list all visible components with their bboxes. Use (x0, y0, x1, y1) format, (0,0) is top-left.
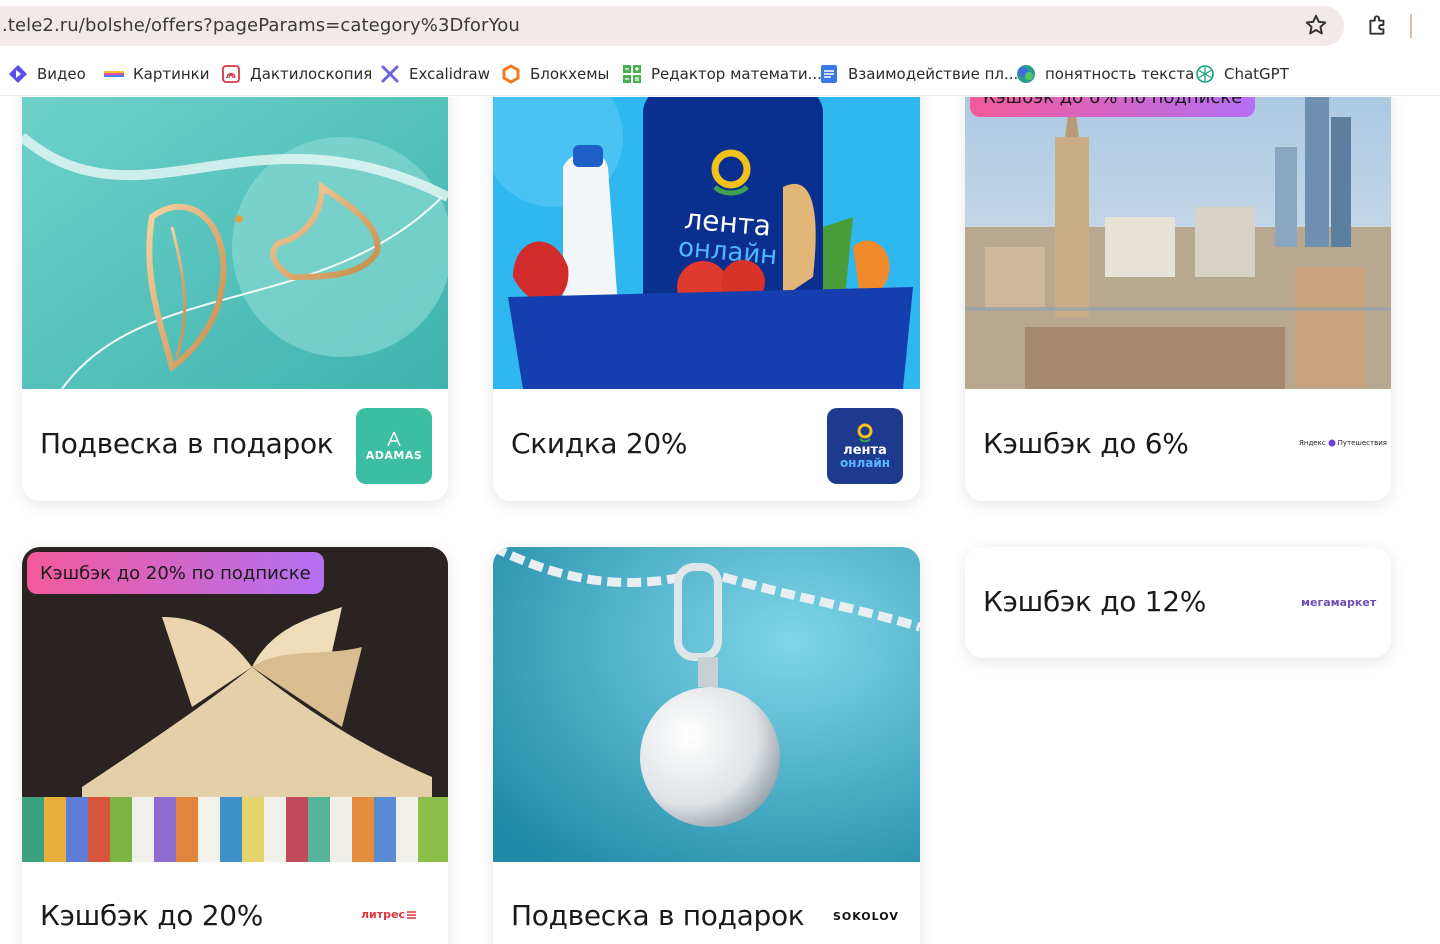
offer-card[interactable]: Подвеска в подарок ADAMAS (22, 97, 448, 501)
offer-title: Подвеска в подарок (511, 899, 805, 932)
litres-logo: литрес (361, 908, 416, 921)
offer-card[interactable]: Кэшбэк до 12% мегамаркет (965, 547, 1391, 658)
megamarket-logo: мегамаркет (1301, 596, 1377, 609)
brand-name: ADAMAS (365, 448, 423, 462)
offer-card[interactable]: лента онлайн Скидка 20% лента онлайн (493, 97, 920, 501)
globe-icon (1016, 64, 1036, 84)
offer-title: Подвеска в подарок (40, 427, 334, 460)
url-text[interactable]: .tele2.ru/bolshe/offers?pageParams=categ… (2, 15, 520, 36)
excalidraw-icon (380, 64, 400, 84)
fingerprint-icon (221, 64, 241, 84)
offer-image-lenta-groceries: лента онлайн (493, 97, 920, 389)
bookmark-docs[interactable]: Взаимодействие пл... (819, 62, 1018, 86)
bookmark-label: Дактилоскопия (250, 65, 373, 83)
lenta-logo: лента онлайн (827, 408, 903, 484)
chatgpt-icon (1195, 64, 1215, 84)
math-editor-icon (622, 64, 642, 84)
brand-name: литрес (361, 908, 405, 921)
brand-name-line2: онлайн (839, 456, 891, 470)
bookmarks-bar: Видео Картинки Дактилоскопия Excalidraw … (0, 52, 1440, 96)
offer-image-pearl-pendant (493, 547, 920, 862)
bookmark-label: Excalidraw (409, 65, 491, 83)
bookmark-math-editor[interactable]: Редактор математи... (622, 62, 822, 86)
yandex-travel-logo: Яндекс Путешествия (1299, 439, 1387, 447)
toolbar-separator (1410, 14, 1412, 38)
images-icon (104, 64, 124, 84)
subscription-badge: Кэшбэк до 6% по подписке (970, 97, 1256, 117)
bookmark-label: Редактор математи... (651, 65, 822, 83)
offer-image-moscow-city (965, 97, 1391, 389)
offer-title: Кэшбэк до 12% (983, 585, 1207, 618)
flowchart-icon (501, 64, 521, 84)
bookmark-label: Взаимодействие пл... (848, 65, 1019, 83)
bookmark-label: Картинки (133, 65, 210, 83)
bookmark-label: ChatGPT (1224, 65, 1289, 83)
subscription-badge: Кэшбэк до 20% по подписке (27, 552, 324, 594)
extensions-icon[interactable] (1365, 12, 1391, 38)
bookmark-label: Блокхемы (530, 65, 610, 83)
yandex-travel-mark-icon (1328, 439, 1336, 447)
offers-grid: Подвеска в подарок ADAMAS лента онлайн С… (0, 97, 1440, 944)
adamas-mark-icon (387, 431, 401, 446)
bookmark-flowchart[interactable]: Блокхемы (501, 62, 609, 86)
bookmark-label: понятность текста (1045, 65, 1195, 83)
adamas-logo: ADAMAS (356, 408, 432, 484)
address-bar: .tele2.ru/bolshe/offers?pageParams=categ… (0, 0, 1440, 52)
sokolov-logo: SOKOLOV (833, 910, 899, 923)
bookmark-readability[interactable]: понятность текста (1016, 62, 1194, 86)
offer-card[interactable]: Подвеска в подарок SOKOLOV (493, 547, 920, 944)
bookmark-images[interactable]: Картинки (104, 62, 209, 86)
litres-mark-icon (407, 910, 416, 919)
video-icon (8, 64, 28, 84)
bookmark-fingerprint[interactable]: Дактилоскопия (221, 62, 372, 86)
bookmark-star-icon[interactable] (1303, 12, 1329, 38)
bookmark-label: Видео (37, 65, 86, 83)
url-field[interactable]: .tele2.ru/bolshe/offers?pageParams=categ… (0, 6, 1344, 46)
offer-image-books (22, 547, 448, 862)
offer-image-butterfly-pendants (22, 97, 448, 389)
bookmark-video[interactable]: Видео (8, 62, 86, 86)
bookmark-chatgpt[interactable]: ChatGPT (1195, 62, 1289, 86)
bookmark-excalidraw[interactable]: Excalidraw (380, 62, 490, 86)
offer-card[interactable]: Кэшбэк до 6% по подписке Кэшбэк до 6% Ян… (965, 97, 1391, 501)
brand-name-right: Путешествия (1337, 439, 1387, 447)
offer-title: Кэшбэк до 6% (983, 427, 1189, 460)
offer-title: Скидка 20% (511, 427, 688, 460)
offer-title: Кэшбэк до 20% (40, 899, 264, 932)
docs-icon (819, 64, 839, 84)
sunflower-icon (857, 423, 873, 443)
brand-name-left: Яндекс (1299, 439, 1326, 447)
offer-card[interactable]: Кэшбэк до 20% по подписке Кэшбэк до 20% … (22, 547, 448, 944)
